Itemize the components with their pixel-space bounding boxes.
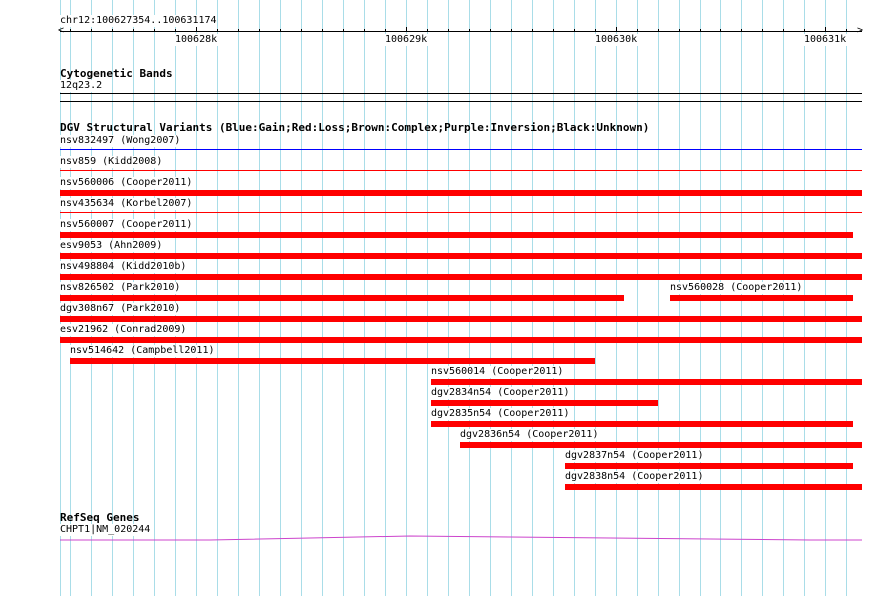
dgv-feature-label: nsv859 (Kidd2008) (60, 156, 163, 168)
ruler-minor-tick (217, 29, 218, 31)
ruler-minor-tick (448, 29, 449, 31)
dgv-feature-bar[interactable] (60, 170, 862, 171)
dgv-feature-bar[interactable] (60, 212, 862, 213)
dgv-feature-label: nsv832497 (Wong2007) (60, 135, 181, 147)
dgv-feature-label: dgv2838n54 (Cooper2011) (565, 471, 704, 483)
ruler-minor-tick (846, 29, 847, 31)
dgv-feature-label: esv9053 (Ahn2009) (60, 240, 163, 252)
dgv-feature-label: nsv435634 (Korbel2007) (60, 198, 193, 210)
ruler-minor-tick (469, 29, 470, 31)
ruler-right-arrow-icon: > (857, 25, 864, 36)
ruler-minor-tick (322, 29, 323, 31)
ruler-minor-tick (364, 29, 365, 31)
dgv-feature-bar[interactable] (431, 379, 862, 385)
ruler-minor-tick (427, 29, 428, 31)
ruler-tick-label: 100631k (803, 34, 848, 46)
dgv-feature-bar[interactable] (565, 463, 853, 469)
ruler-minor-tick (238, 29, 239, 31)
ruler-major-tick (825, 27, 826, 31)
ruler-minor-tick (385, 29, 386, 31)
ruler-minor-tick (301, 29, 302, 31)
dgv-feature-label: dgv2837n54 (Cooper2011) (565, 450, 704, 462)
ruler-minor-tick (133, 29, 134, 31)
dgv-feature-label: nsv560007 (Cooper2011) (60, 219, 193, 231)
ruler-tick-label: 100630k (594, 34, 639, 46)
position-label: chr12:100627354..100631174 (60, 15, 217, 27)
ruler-minor-tick (804, 29, 805, 31)
ruler-left-arrow-icon: < (58, 25, 65, 36)
cytoband-line-bottom (60, 101, 862, 102)
dgv-feature-label: dgv2836n54 (Cooper2011) (460, 429, 599, 441)
ruler-minor-tick (490, 29, 491, 31)
ruler-minor-tick (700, 29, 701, 31)
dgv-feature-bar[interactable] (60, 190, 862, 196)
dgv-feature-bar[interactable] (565, 484, 862, 490)
ruler-line (60, 31, 862, 32)
grid-line (637, 0, 638, 596)
dgv-feature-label: dgv308n67 (Park2010) (60, 303, 181, 315)
dgv-feature-label: nsv498804 (Kidd2010b) (60, 261, 187, 273)
ruler-minor-tick (574, 29, 575, 31)
ruler-minor-tick (280, 29, 281, 31)
dgv-feature-bar[interactable] (670, 295, 853, 301)
genome-browser-view: chr12:100627354..100631174 < >100628k 1006… (0, 0, 890, 596)
dgv-track-title: DGV Structural Variants (Blue:Gain;Red:L… (60, 121, 650, 134)
dgv-feature-label: nsv560028 (Cooper2011) (670, 282, 803, 294)
dgv-feature-label: nsv826502 (Park2010) (60, 282, 181, 294)
ruler-minor-tick (112, 29, 113, 31)
dgv-feature-bar[interactable] (431, 421, 853, 427)
ruler-minor-tick (720, 29, 721, 31)
ruler-major-tick (406, 27, 407, 31)
dgv-feature-bar[interactable] (460, 442, 862, 448)
grid-line (658, 0, 659, 596)
refseq-gene-feature[interactable] (0, 530, 890, 546)
ruler-tick-label: 100629k (384, 34, 429, 46)
ruler-minor-tick (91, 29, 92, 31)
dgv-feature-bar[interactable] (60, 149, 862, 150)
cytoband-line-top (60, 93, 862, 94)
ruler-minor-tick (532, 29, 533, 31)
ruler-minor-tick (343, 29, 344, 31)
ruler-minor-tick (762, 29, 763, 31)
ruler-major-tick (196, 27, 197, 31)
dgv-feature-bar[interactable] (60, 232, 853, 238)
dgv-feature-bar[interactable] (60, 316, 862, 322)
ruler-minor-tick (259, 29, 260, 31)
ruler-minor-tick (637, 29, 638, 31)
ruler-minor-tick (741, 29, 742, 31)
dgv-feature-label: nsv560014 (Cooper2011) (431, 366, 564, 378)
ruler-minor-tick (553, 29, 554, 31)
ruler-tick-label: 100628k (174, 34, 219, 46)
dgv-feature-bar[interactable] (60, 274, 862, 280)
ruler-minor-tick (511, 29, 512, 31)
ruler-minor-tick (595, 29, 596, 31)
refseq-track-title: RefSeq Genes (60, 511, 140, 524)
ruler-minor-tick (679, 29, 680, 31)
dgv-feature-bar[interactable] (70, 358, 595, 364)
dgv-feature-label: nsv514642 (Campbell2011) (70, 345, 215, 357)
dgv-feature-label: dgv2835n54 (Cooper2011) (431, 408, 570, 420)
ruler-minor-tick (70, 29, 71, 31)
dgv-feature-label: esv21962 (Conrad2009) (60, 324, 187, 336)
ruler-minor-tick (658, 29, 659, 31)
cytoband-label: 12q23.2 (60, 80, 103, 92)
refseq-gene-line[interactable] (60, 535, 862, 541)
ruler-minor-tick (175, 29, 176, 31)
dgv-feature-bar[interactable] (431, 400, 658, 406)
dgv-feature-bar[interactable] (60, 295, 624, 301)
cytoband-track-title: Cytogenetic Bands (60, 67, 173, 80)
ruler-minor-tick (154, 29, 155, 31)
ruler-minor-tick (783, 29, 784, 31)
dgv-feature-bar[interactable] (60, 253, 862, 259)
dgv-feature-label: dgv2834n54 (Cooper2011) (431, 387, 570, 399)
dgv-feature-label: nsv560006 (Cooper2011) (60, 177, 193, 189)
ruler-major-tick (616, 27, 617, 31)
dgv-feature-bar[interactable] (60, 337, 862, 343)
